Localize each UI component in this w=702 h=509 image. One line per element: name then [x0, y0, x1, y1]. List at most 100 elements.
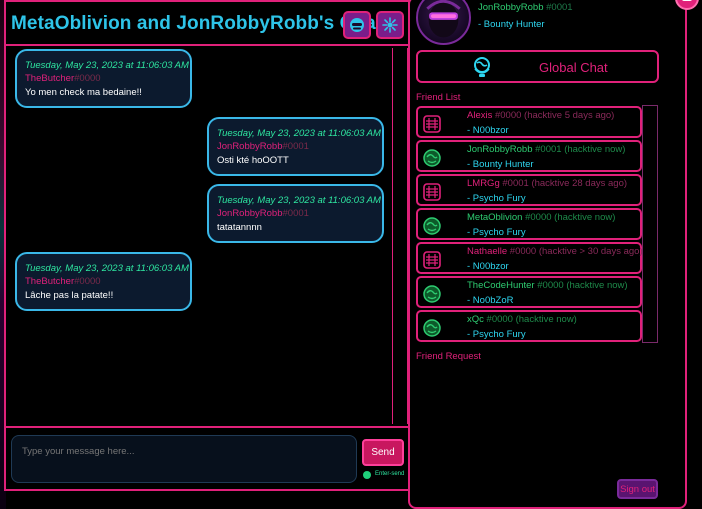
friend-title: - Psycho Fury [467, 329, 526, 340]
chat-panel: MetaOblivion and JonRobbyRobb's Chat Tue… [4, 0, 410, 491]
enter-send-label: Enter-send [375, 471, 405, 477]
author-tag: #0000 [74, 73, 101, 84]
message-timestamp: Tuesday, May 23, 2023 at 11:06:03 AM [25, 263, 189, 274]
message-bubble: Tuesday, May 23, 2023 at 11:06:03 AM Jon… [207, 117, 384, 176]
friend-title: - Psycho Fury [467, 193, 526, 204]
message-text: Lâche pas la patate!! [25, 290, 114, 301]
friend-title: - Psycho Fury [467, 227, 526, 238]
online-icon [423, 217, 441, 235]
chat-user-button[interactable] [343, 11, 371, 39]
friend-item[interactable]: JonRobbyRobb #0001 (hacktive now) - Boun… [416, 140, 642, 172]
offline-icon [423, 183, 441, 201]
online-icon [423, 149, 441, 167]
friend-name: Nathaelle #0000 (hacktive > 30 days ago) [467, 246, 643, 257]
friend-username: xQc [467, 314, 484, 325]
friend-item[interactable]: Alexis #0000 (hacktive 5 days ago) - N00… [416, 106, 642, 138]
friend-item[interactable]: LMRGg #0001 (hacktive 28 days ago) - Psy… [416, 174, 642, 206]
message-scrollbar[interactable] [392, 48, 408, 424]
friend-tag: #0000 [537, 280, 564, 291]
message-bubble: Tuesday, May 23, 2023 at 11:06:03 AM The… [15, 252, 192, 311]
global-chat-button[interactable]: Global Chat [416, 50, 659, 83]
author-name: JonRobbyRobb [217, 208, 283, 219]
friend-username: Nathaelle [467, 246, 508, 257]
message-timestamp: Tuesday, May 23, 2023 at 11:06:03 AM [217, 195, 381, 206]
friend-username: LMRGg [467, 178, 500, 189]
friend-activity: (hacktive now) [515, 314, 577, 325]
friend-title: - N00bzor [467, 261, 509, 272]
author-name: TheButcher [25, 276, 75, 287]
friend-item[interactable]: Nathaelle #0000 (hacktive > 30 days ago)… [416, 242, 643, 274]
chat-settings-button[interactable] [376, 11, 404, 39]
friend-tag: #0000 [486, 314, 513, 325]
message-author: JonRobbyRobb#0001 [217, 140, 374, 153]
message-text: tatatannnn [217, 222, 262, 233]
profile-status: - Bounty Hunter [478, 19, 545, 30]
global-chat-label: Global Chat [539, 60, 608, 75]
friend-activity: (hacktive now) [566, 280, 628, 291]
friend-activity: (hacktive now) [564, 144, 626, 155]
friend-tag: #0000 [509, 246, 537, 257]
message-author: TheButcher#0000 [25, 72, 182, 85]
message-input[interactable] [11, 435, 357, 483]
friend-username: MetaOblivion [467, 212, 523, 223]
send-button[interactable]: Send [362, 439, 404, 466]
message-timestamp: Tuesday, May 23, 2023 at 11:06:03 AM [25, 60, 189, 71]
friend-tag: #0001 [502, 178, 529, 189]
author-tag: #0000 [74, 276, 101, 287]
friend-item[interactable]: TheCodeHunter #0000 (hacktive now) - No0… [416, 276, 642, 308]
friend-tag: #0000 [525, 212, 552, 223]
friend-username: TheCodeHunter [467, 280, 535, 291]
friend-tag: #0001 [535, 144, 562, 155]
message-list: Tuesday, May 23, 2023 at 11:06:03 AM The… [6, 46, 390, 424]
author-tag: #0001 [282, 208, 309, 219]
friend-title: - N00bzor [467, 125, 509, 136]
message-composer: Send Enter-send [6, 426, 408, 489]
message-author: JonRobbyRobb#0001 [217, 207, 374, 220]
friend-activity: (hacktive 28 days ago) [531, 178, 628, 189]
friend-request-label: Friend Request [416, 351, 481, 362]
enter-send-toggle[interactable] [363, 471, 371, 479]
friend-name: LMRGg #0001 (hacktive 28 days ago) [467, 178, 627, 189]
friend-name: TheCodeHunter #0000 (hacktive now) [467, 280, 628, 291]
sign-out-button[interactable]: Sign out [617, 479, 658, 499]
profile-tag: #0001 [546, 2, 573, 13]
friend-name: xQc #0000 (hacktive now) [467, 314, 577, 325]
profile-username: JonRobbyRobb [478, 2, 544, 13]
friend-activity: (hacktive > 30 days ago) [538, 246, 643, 257]
offline-icon [423, 115, 441, 133]
friend-activity: (hacktive 5 days ago) [524, 110, 615, 121]
friend-list-label: Friend List [416, 92, 461, 103]
friend-name: MetaOblivion #0000 (hacktive now) [467, 212, 615, 223]
friend-title: - Bounty Hunter [467, 159, 534, 170]
profile-name: JonRobbyRobb #0001 [478, 2, 573, 13]
friend-username: JonRobbyRobb [467, 144, 533, 155]
message-bubble: Tuesday, May 23, 2023 at 11:06:03 AM The… [15, 49, 192, 108]
message-text: Yo men check ma bedaine!! [25, 87, 142, 98]
author-name: TheButcher [25, 73, 75, 84]
chat-header: MetaOblivion and JonRobbyRobb's Chat [6, 2, 408, 46]
chat-title: MetaOblivion and JonRobbyRobb's Chat [11, 13, 383, 34]
friend-username: Alexis [467, 110, 493, 121]
offline-icon [423, 251, 441, 269]
friend-list-scrollbar[interactable] [642, 105, 658, 343]
friend-list: Alexis #0000 (hacktive 5 days ago) - N00… [415, 105, 658, 343]
friend-item[interactable]: xQc #0000 (hacktive now) - Psycho Fury [416, 310, 642, 342]
author-name: JonRobbyRobb [217, 141, 283, 152]
friend-tag: #0000 [494, 110, 522, 121]
message-timestamp: Tuesday, May 23, 2023 at 11:06:03 AM [217, 128, 381, 139]
friend-title: - No0bZoR [467, 295, 514, 306]
friend-item[interactable]: MetaOblivion #0000 (hacktive now) - Psyc… [416, 208, 642, 240]
message-bubble: Tuesday, May 23, 2023 at 11:06:03 AM Jon… [207, 184, 384, 243]
avatar-image [426, 0, 461, 38]
friend-name: JonRobbyRobb #0001 (hacktive now) [467, 144, 625, 155]
friend-name: Alexis #0000 (hacktive 5 days ago) [467, 110, 614, 121]
user-icon [350, 18, 364, 32]
message-text: Osti kté hoOOTT [217, 155, 289, 166]
online-icon [423, 285, 441, 303]
friend-activity: (hacktive now) [554, 212, 616, 223]
settings-icon [382, 17, 398, 33]
globe-icon [474, 57, 490, 77]
message-author: TheButcher#0000 [25, 275, 182, 288]
online-icon [423, 319, 441, 337]
author-tag: #0001 [282, 141, 309, 152]
